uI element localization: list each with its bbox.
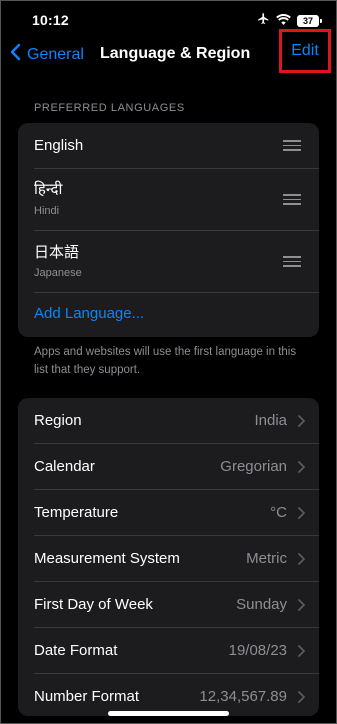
languages-footnote: Apps and websites will use the first lan… xyxy=(34,346,297,376)
chevron-right-icon xyxy=(298,552,305,570)
calendar-row[interactable]: Calendar Gregorian xyxy=(18,444,319,490)
setting-label: Measurement System xyxy=(34,550,180,567)
language-row-japanese[interactable]: 日本語 Japanese xyxy=(18,231,319,292)
date-format-row[interactable]: Date Format 19/08/23 xyxy=(18,628,319,674)
page-title: Language & Region xyxy=(100,45,251,62)
back-button-label: General xyxy=(27,45,84,63)
section-header-preferred-languages: PREFERRED LANGUAGES xyxy=(34,102,185,114)
setting-label: Date Format xyxy=(34,642,118,659)
setting-label: Region xyxy=(34,412,82,429)
reorder-handle-icon[interactable] xyxy=(283,140,301,151)
setting-value: °C xyxy=(270,504,287,521)
language-subtitle: Japanese xyxy=(34,267,82,279)
chevron-right-icon xyxy=(298,690,305,708)
language-name: English xyxy=(34,137,84,154)
first-day-of-week-row[interactable]: First Day of Week Sunday xyxy=(18,582,319,628)
language-row-english[interactable]: English xyxy=(18,123,319,168)
battery-icon: 37 xyxy=(297,15,322,27)
wifi-icon xyxy=(276,12,291,30)
setting-value: Metric xyxy=(246,550,287,567)
setting-value: Sunday xyxy=(236,596,287,613)
chevron-right-icon xyxy=(298,506,305,524)
setting-label: First Day of Week xyxy=(34,596,153,613)
back-button[interactable]: General xyxy=(10,43,84,66)
setting-label: Number Format xyxy=(34,688,140,705)
number-format-row[interactable]: Number Format 12,34,567.89 xyxy=(18,674,319,716)
airplane-icon xyxy=(257,12,270,30)
setting-label: Temperature xyxy=(34,504,119,521)
region-row[interactable]: Region India xyxy=(18,398,319,444)
temperature-row[interactable]: Temperature °C xyxy=(18,490,319,536)
setting-value: 12,34,567.89 xyxy=(199,688,287,705)
chevron-right-icon xyxy=(298,598,305,616)
setting-value: India xyxy=(254,412,287,429)
status-time: 10:12 xyxy=(32,12,69,28)
language-row-hindi[interactable]: हिन्दी Hindi xyxy=(18,169,319,230)
measurement-system-row[interactable]: Measurement System Metric xyxy=(18,536,319,582)
region-settings-list: Region India Calendar Gregorian Temperat… xyxy=(18,398,319,716)
language-name: 日本語 xyxy=(34,244,80,261)
setting-value: Gregorian xyxy=(220,458,287,475)
language-subtitle: Hindi xyxy=(34,205,60,217)
reorder-handle-icon[interactable] xyxy=(283,194,301,205)
reorder-handle-icon[interactable] xyxy=(283,256,301,267)
language-name: हिन्दी xyxy=(34,181,63,198)
divider xyxy=(34,292,319,293)
setting-label: Calendar xyxy=(34,458,95,475)
preferred-languages-list: English हिन्दी Hindi 日本語 Japanese Add La… xyxy=(18,123,319,337)
chevron-right-icon xyxy=(298,460,305,478)
chevron-left-icon xyxy=(10,43,27,66)
edit-button[interactable]: Edit xyxy=(279,29,331,73)
chevron-right-icon xyxy=(298,644,305,662)
setting-value: 19/08/23 xyxy=(228,642,287,659)
status-icons: 37 xyxy=(257,12,322,30)
chevron-right-icon xyxy=(298,414,305,432)
home-indicator[interactable] xyxy=(108,711,229,716)
navigation-bar: General Language & Region Edit xyxy=(0,29,337,73)
add-language-button[interactable]: Add Language... xyxy=(34,305,144,322)
